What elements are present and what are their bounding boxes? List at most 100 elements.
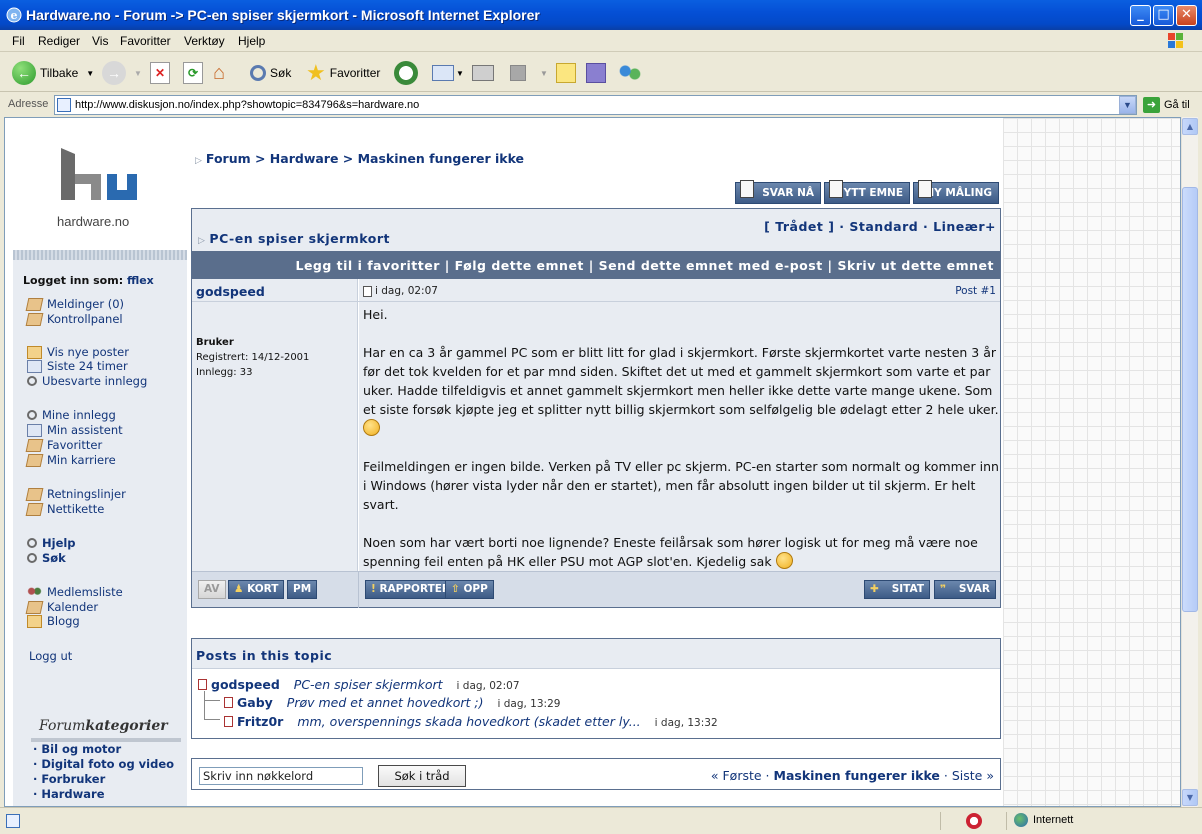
discuss-button[interactable] [556, 59, 576, 87]
sidebar-item-control-panel[interactable]: Kontrollpanel [25, 312, 123, 326]
vertical-scrollbar[interactable]: ▲ ▼ [1181, 117, 1198, 807]
sidebar-item-messages[interactable]: Meldinger (0) [25, 297, 124, 311]
up-button[interactable]: ⇧ OPP [445, 580, 494, 599]
sidebar-item-my-posts[interactable]: Mine innlegg [27, 408, 116, 422]
scroll-down-icon[interactable]: ▼ [1182, 789, 1198, 806]
sidebar-item-my-assistant[interactable]: Min assistent [27, 423, 123, 437]
thread-item[interactable]: Fritz0r mm, overspennings skada hovedkor… [224, 714, 718, 729]
pm-button[interactable]: PM [287, 580, 318, 599]
scroll-thumb[interactable] [1182, 187, 1198, 612]
category-link[interactable]: · Forbruker [33, 772, 105, 786]
post-author[interactable]: godspeed [196, 284, 265, 299]
avatar-button[interactable]: AV [198, 580, 226, 599]
menu-file[interactable]: Fil [12, 34, 25, 48]
keyword-input[interactable]: Skriv inn nøkkelord [199, 767, 363, 785]
post-paragraph: Har en ca 3 år gammel PC som er blitt li… [363, 343, 999, 438]
category-link[interactable]: · Bil og motor [33, 742, 121, 756]
sidebar-item-blog[interactable]: Blogg [27, 614, 80, 628]
address-field[interactable]: http://www.diskusjon.no/index.php?showto… [54, 95, 1137, 115]
toolbar: ← Tilbake ▼ → ▼ ✕ ⟳ ⌂ Søk ★ Favoritter ▼… [0, 53, 1202, 92]
thread-item[interactable]: godspeed PC-en spiser skjermkort i dag, … [198, 677, 520, 692]
window-title: Hardware.no - Forum -> PC-en spiser skje… [26, 7, 540, 23]
sidebar-item-last24[interactable]: Siste 24 timer [27, 359, 128, 373]
last-link[interactable]: Siste » [952, 768, 994, 783]
stop-icon: ✕ [150, 62, 170, 84]
maximize-button[interactable]: □ [1153, 5, 1174, 26]
view-mode-links[interactable]: [ Trådet ] · Standard · Lineær+ [764, 219, 996, 234]
window-icon [27, 423, 42, 437]
sidebar-item-new-posts[interactable]: Vis nye poster [27, 345, 129, 359]
search-thread-button[interactable]: Søk i tråd [378, 765, 466, 787]
sidebar-item-favorites[interactable]: Favoritter [25, 438, 102, 452]
logged-in-info: Logget inn som: fflex [23, 274, 154, 287]
up-arrow-icon: ⇧ [451, 583, 464, 595]
search-icon [250, 65, 266, 81]
back-button[interactable]: ← Tilbake ▼ [12, 59, 94, 87]
menu-tools[interactable]: Verktøy [184, 34, 225, 48]
favorites-button[interactable]: ★ Favoritter [306, 59, 380, 87]
refresh-button[interactable]: ⟳ [183, 59, 203, 87]
reply-now-button[interactable]: SVAR NÅ [735, 180, 821, 204]
forward-arrow-icon: → [102, 61, 126, 85]
topic-header: ▷ PC-en spiser skjermkort [ Trådet ] · St… [192, 209, 1000, 251]
report-button[interactable]: ! RAPPORTER [365, 580, 457, 599]
user-icon: ♟ [234, 583, 248, 595]
new-poll-button[interactable]: NY MÅLING [913, 180, 999, 204]
messenger-icon [618, 63, 642, 83]
sidebar-item-my-career[interactable]: Min karriere [25, 453, 116, 467]
mail-button[interactable]: ▼ [432, 59, 464, 87]
post-divider [192, 301, 1000, 302]
username-link[interactable]: fflex [127, 274, 154, 287]
first-link[interactable]: « Første [711, 768, 762, 783]
reply-button[interactable]: ❞ SVAR [934, 580, 996, 599]
category-link[interactable]: · Digital foto og video [33, 757, 174, 771]
post-footer: AV ♟ KORT PM ! RAPPORTER ⇧ OPP ✚ SITAT ❞ S… [192, 571, 1000, 608]
minimize-button[interactable]: _ [1130, 5, 1151, 26]
messenger-button[interactable] [618, 59, 642, 87]
sidebar-item-calendar[interactable]: Kalender [25, 600, 98, 614]
tree-connector [204, 691, 220, 701]
print-button[interactable] [472, 59, 494, 87]
topic-panel: ▷ PC-en spiser skjermkort [ Trådet ] · St… [191, 208, 1001, 608]
sidebar-item-unanswered[interactable]: Ubesvarte innlegg [27, 374, 147, 388]
printer-icon [472, 65, 494, 81]
sidebar-item-netiquette[interactable]: Nettikette [25, 502, 104, 516]
topic-actions-bar[interactable]: Legg til i favoritter | Følg dette emnet… [192, 251, 1000, 279]
menu-edit[interactable]: Rediger [38, 34, 80, 48]
sidebar-item-help[interactable]: Hjelp [27, 536, 76, 550]
document-icon [740, 180, 754, 198]
current-topic-link[interactable]: Maskinen fungerer ikke [774, 768, 940, 783]
whistle-smiley-icon [775, 552, 793, 569]
sidebar-item-search[interactable]: Søk [27, 551, 66, 565]
logo-text: hardware.no [57, 214, 130, 229]
forward-button[interactable]: → ▼ [102, 59, 142, 87]
research-button[interactable] [586, 59, 606, 87]
new-topic-button[interactable]: NYTT EMNE [824, 180, 910, 204]
calendar-icon [27, 359, 42, 373]
menu-help[interactable]: Hjelp [238, 34, 265, 48]
sidebar-item-logout[interactable]: Logg ut [29, 649, 72, 663]
scroll-up-icon[interactable]: ▲ [1182, 118, 1198, 135]
menu-favorites[interactable]: Favoritter [120, 34, 171, 48]
quote-button[interactable]: ✚ SITAT [864, 580, 930, 599]
home-icon: ⌂ [213, 61, 226, 84]
globe-icon [1014, 813, 1028, 827]
document-icon [829, 180, 843, 198]
go-button[interactable]: ➜ Gå til [1143, 97, 1190, 113]
profile-short-button[interactable]: ♟ KORT [228, 580, 285, 599]
sidebar-item-members[interactable]: Medlemsliste [27, 585, 123, 599]
post-number[interactable]: Post #1 [955, 285, 996, 297]
search-button[interactable]: Søk [250, 59, 291, 87]
menu-view[interactable]: Vis [92, 34, 108, 48]
home-button[interactable]: ⌂ [213, 59, 225, 87]
stop-button[interactable]: ✕ [150, 59, 170, 87]
address-dropdown-icon[interactable]: ▼ [1119, 96, 1136, 114]
category-link[interactable]: · Hardware [33, 787, 105, 801]
tree-connector [204, 701, 220, 720]
breadcrumb[interactable]: ▷ Forum > Hardware > Maskinen fungerer ik… [195, 151, 524, 166]
close-button[interactable]: ✕ [1176, 5, 1197, 26]
history-button[interactable] [394, 59, 418, 87]
edit-button[interactable]: ▼ [510, 59, 548, 87]
sidebar-item-guidelines[interactable]: Retningslinjer [25, 487, 126, 501]
thread-item[interactable]: Gaby Prøv med et annet hovedkort ;) i da… [224, 695, 560, 710]
